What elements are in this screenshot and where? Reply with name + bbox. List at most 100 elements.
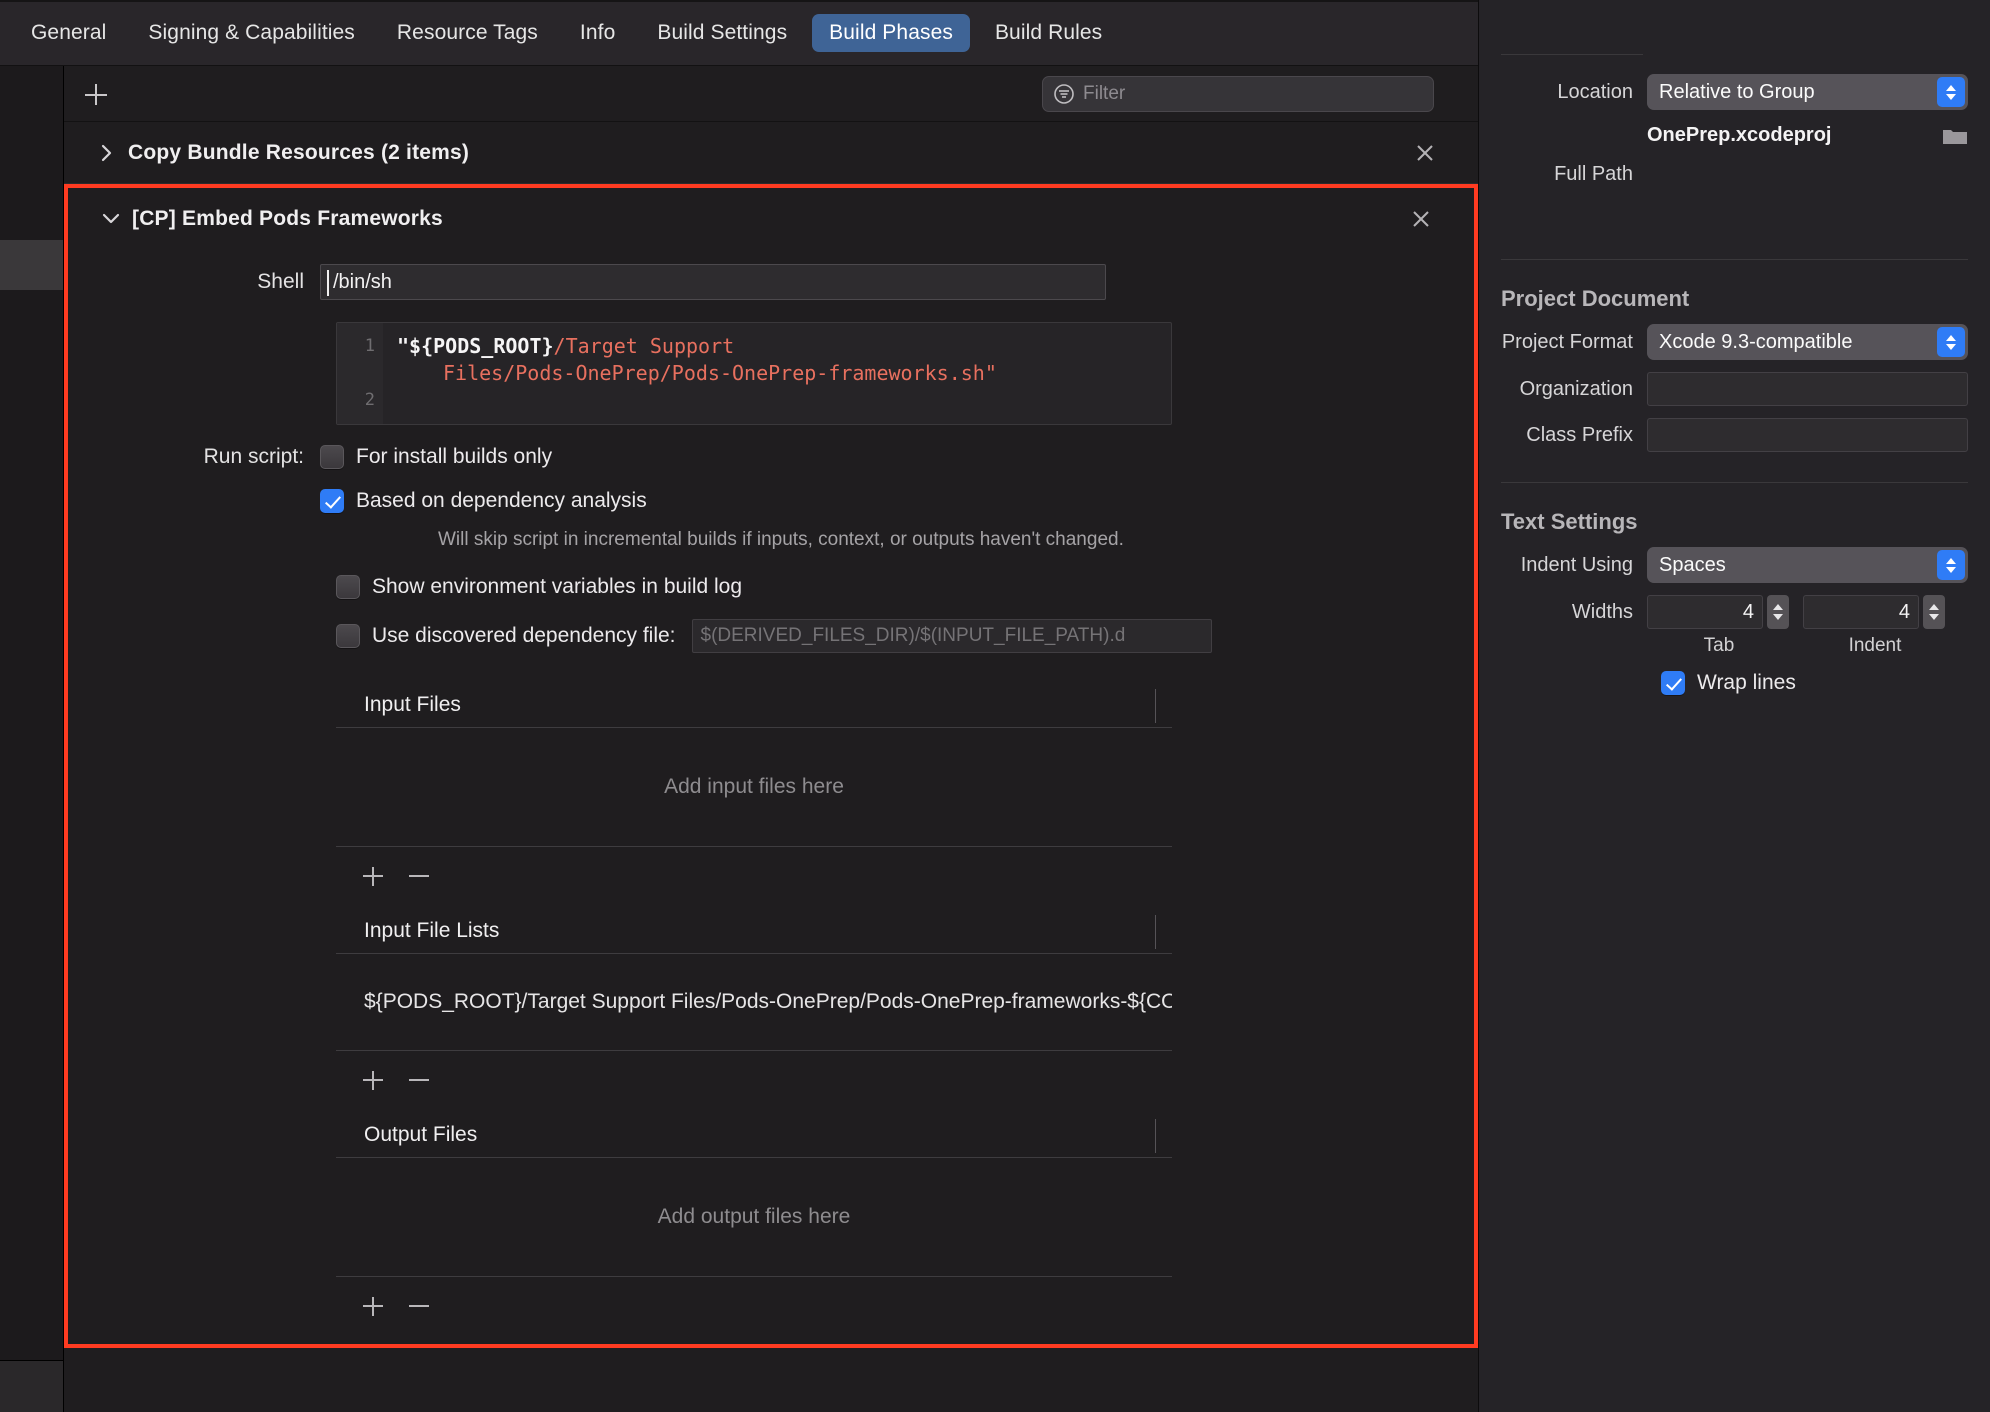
dependency-analysis-row: Based on dependency analysis xyxy=(68,489,1474,513)
navigator-footer xyxy=(0,1360,63,1412)
tab-width-stepper[interactable] xyxy=(1767,595,1789,629)
tab-build-settings[interactable]: Build Settings xyxy=(640,14,804,52)
indent-using-row: Indent Using Spaces xyxy=(1501,547,1968,583)
dependency-analysis-hint: Will skip script in incremental builds i… xyxy=(438,529,1124,550)
section-header: Output Files xyxy=(336,1119,1172,1157)
chevron-right-icon[interactable] xyxy=(94,140,120,166)
location-popup-button[interactable]: Relative to Group xyxy=(1647,74,1968,110)
widths-row: Widths 4 4 xyxy=(1501,595,1968,629)
script-line-2-empty xyxy=(397,388,409,412)
phase-title: [CP] Embed Pods Frameworks xyxy=(132,207,443,230)
divider xyxy=(1501,482,1968,483)
checkbox-label: Based on dependency analysis xyxy=(356,489,647,512)
add-input-file-list-button[interactable] xyxy=(358,1065,388,1095)
class-prefix-field[interactable] xyxy=(1647,418,1968,452)
remove-output-file-button[interactable] xyxy=(404,1291,434,1321)
full-path-value xyxy=(1647,161,1968,187)
project-file-row: OnePrep.xcodeproj xyxy=(1501,124,1968,147)
editor-area: General Signing & Capabilities Resource … xyxy=(0,0,1478,1412)
tab-info[interactable]: Info xyxy=(563,14,632,52)
phase-title: Copy Bundle Resources (2 items) xyxy=(128,140,470,164)
project-format-popup-button[interactable]: Xcode 9.3-compatible xyxy=(1647,324,1968,360)
phase-header[interactable]: [CP] Embed Pods Frameworks xyxy=(68,188,1474,250)
chevron-updown-icon[interactable] xyxy=(1937,550,1965,580)
phase-embed-pods-frameworks: [CP] Embed Pods Frameworks Shell /bin/sh… xyxy=(64,184,1478,1348)
section-header: Input File Lists xyxy=(336,915,1172,953)
tab-bar-top-edge xyxy=(0,0,1478,2)
editor-tab-bar: General Signing & Capabilities Resource … xyxy=(0,0,1478,66)
shell-value: /bin/sh xyxy=(333,270,392,293)
column-divider[interactable] xyxy=(1155,915,1156,949)
indent-using-popup-button[interactable]: Spaces xyxy=(1647,547,1968,583)
project-document-section-title: Project Document xyxy=(1501,286,1690,311)
close-icon[interactable] xyxy=(1408,206,1434,232)
location-label: Location xyxy=(1557,80,1633,103)
chevron-updown-icon[interactable] xyxy=(1937,327,1965,357)
class-prefix-row: Class Prefix xyxy=(1501,418,1968,452)
checkbox-based-on-dependency-analysis[interactable] xyxy=(320,489,344,513)
shell-row: Shell /bin/sh xyxy=(68,264,1474,300)
location-row: Location Relative to Group xyxy=(1501,74,1968,110)
tab-resource-tags[interactable]: Resource Tags xyxy=(380,14,555,52)
project-format-value: Xcode 9.3-compatible xyxy=(1659,330,1853,353)
checkbox-wrap-lines[interactable] xyxy=(1661,671,1685,695)
phase-copy-bundle-resources[interactable]: Copy Bundle Resources (2 items) xyxy=(64,122,1478,184)
script-token-variable: "${PODS_ROOT} xyxy=(397,334,554,358)
shell-label: Shell xyxy=(257,270,304,293)
full-path-row: Full Path xyxy=(1501,161,1968,187)
line-number: 2 xyxy=(364,390,375,410)
section-input-files: Input Files Add input files here xyxy=(336,689,1172,891)
filter-field[interactable]: Filter xyxy=(1042,76,1434,112)
checkbox-show-environment-variables[interactable] xyxy=(336,575,360,599)
tab-width-field[interactable]: 4 xyxy=(1647,595,1763,629)
output-files-empty-state: Add output files here xyxy=(657,1205,851,1228)
run-script-row: Run script: For install builds only xyxy=(68,445,1474,469)
divider xyxy=(1501,54,1643,55)
add-input-file-button[interactable] xyxy=(358,861,388,891)
folder-icon[interactable] xyxy=(1942,126,1968,146)
indent-width-field[interactable]: 4 xyxy=(1803,595,1919,629)
project-format-row: Project Format Xcode 9.3-compatible xyxy=(1501,324,1968,360)
close-icon[interactable] xyxy=(1412,140,1438,166)
discovered-dependency-input[interactable]: $(DERIVED_FILES_DIR)/$(INPUT_FILE_PATH).… xyxy=(691,619,1212,653)
remove-input-file-button[interactable] xyxy=(404,861,434,891)
xcode-window: General Signing & Capabilities Resource … xyxy=(0,0,1990,1412)
add-output-file-button[interactable] xyxy=(358,1291,388,1321)
section-input-file-lists: Input File Lists ${PODS_ROOT}/Target Sup… xyxy=(336,915,1172,1095)
indent-sublabel: Indent xyxy=(1848,635,1902,656)
checkbox-use-discovered-dependency-file[interactable] xyxy=(336,624,360,648)
organization-field[interactable] xyxy=(1647,372,1968,406)
phase-form: Shell /bin/sh 1 2 "${PODS_ROOT}/Target S… xyxy=(68,264,1474,1321)
inspector-panel: Location Relative to Group OnePrep.xcode… xyxy=(1478,0,1990,1412)
run-script-label: Run script: xyxy=(203,445,304,468)
chevron-down-icon[interactable] xyxy=(98,206,124,232)
tab-general[interactable]: General xyxy=(14,14,123,52)
tab-build-phases[interactable]: Build Phases xyxy=(812,13,970,52)
tab-build-rules[interactable]: Build Rules xyxy=(978,14,1119,52)
indent-width-stepper[interactable] xyxy=(1923,595,1945,629)
text-caret xyxy=(327,270,329,296)
checkbox-label: Use discovered dependency file: xyxy=(372,624,676,647)
shell-input[interactable]: /bin/sh xyxy=(320,264,1106,300)
remove-input-file-list-button[interactable] xyxy=(404,1065,434,1095)
tab-signing-capabilities[interactable]: Signing & Capabilities xyxy=(131,14,372,52)
section-title: Output Files xyxy=(364,1123,478,1146)
section-title: Input Files xyxy=(364,693,461,716)
script-text[interactable]: "${PODS_ROOT}/Target Support Files/Pods-… xyxy=(383,323,1171,424)
wrap-lines-row: Wrap lines xyxy=(1501,671,1968,695)
input-files-controls xyxy=(336,847,1172,891)
script-editor[interactable]: 1 2 "${PODS_ROOT}/Target Support Files/P… xyxy=(336,322,1172,425)
checkbox-for-install-builds-only[interactable] xyxy=(320,445,344,469)
input-file-lists-controls xyxy=(336,1051,1172,1095)
divider xyxy=(1501,259,1968,260)
widths-label: Widths xyxy=(1571,600,1633,623)
navigator-selected-item[interactable] xyxy=(0,240,63,290)
section-output-files: Output Files Add output files here xyxy=(336,1119,1172,1321)
column-divider[interactable] xyxy=(1155,1119,1156,1153)
add-build-phase-button[interactable] xyxy=(80,78,112,110)
input-files-empty-state: Add input files here xyxy=(664,775,844,798)
input-file-list-row[interactable]: ${PODS_ROOT}/Target Support Files/Pods-O… xyxy=(336,954,1172,1050)
full-path-label: Full Path xyxy=(1554,162,1633,185)
column-divider[interactable] xyxy=(1155,689,1156,723)
chevron-updown-icon[interactable] xyxy=(1937,77,1965,107)
